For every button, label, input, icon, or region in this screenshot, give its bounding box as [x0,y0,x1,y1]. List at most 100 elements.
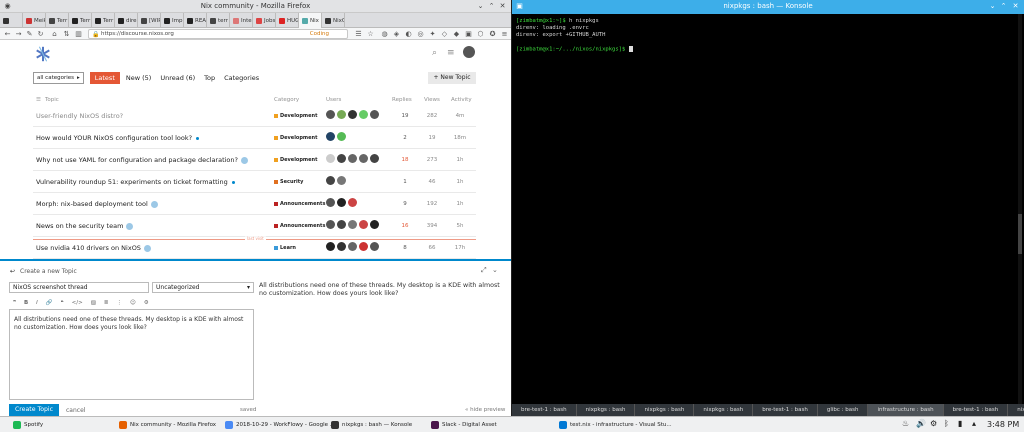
minimize-icon[interactable]: ⌄ [988,2,997,11]
avatar[interactable] [348,220,357,229]
konsole-tab[interactable]: nixpkgs : bash [577,404,636,416]
tray-arrow-icon[interactable]: ▴ [972,419,976,428]
topic-row[interactable]: Vulnerability roundup 51: experiments on… [33,172,476,193]
browser-tab[interactable]: [WIP [138,13,161,28]
topic-title[interactable]: How would YOUR NixOS configuration tool … [36,134,200,142]
extension-icon[interactable]: ◇ [440,29,449,39]
back-icon[interactable]: ← [3,29,12,39]
browser-tab[interactable]: dire [115,13,138,28]
topic-title-input[interactable]: NixOS screenshot thread [9,282,149,293]
topic-title-text[interactable]: News on the security team [36,222,123,230]
bookmark-star-icon[interactable]: ☆ [366,29,375,39]
quote-icon[interactable]: ❞ [13,300,16,306]
avatar[interactable] [463,46,475,58]
browser-tab[interactable]: Jobs [253,13,276,28]
browser-tab[interactable]: Nix [299,13,322,28]
avatar[interactable] [348,198,357,207]
topic-activity[interactable]: 1h [453,201,467,207]
avatar[interactable] [370,220,379,229]
bluetooth-icon[interactable]: ᛒ [944,419,949,428]
topic-title-text[interactable]: Use nvidia 410 drivers on NixOS [36,244,141,252]
taskbar-item[interactable]: nixpkgs : bash — Konsole [330,419,412,431]
topic-title[interactable]: Use nvidia 410 drivers on NixOS [36,244,151,252]
composer-textarea[interactable]: All distributions need one of these thre… [9,309,254,400]
taskbar-item[interactable]: Nix community - Mozilla Firefox [118,419,216,431]
tray-icon[interactable]: ♨ [902,419,909,428]
browser-tab[interactable]: Terr [46,13,69,28]
wrench-icon[interactable]: ✎ [25,29,34,39]
url-bar[interactable]: 🔒 https://discourse.nixos.org Coding [88,29,348,39]
reader-icon[interactable]: ☰ [354,29,363,39]
close-icon[interactable]: ✕ [1011,2,1020,11]
topic-title[interactable]: User-friendly NixOS distro? [36,112,123,120]
topic-activity[interactable]: 1h [453,157,467,163]
battery-icon[interactable]: ▮ [958,419,962,428]
close-icon[interactable]: ✕ [498,2,507,11]
terminal-scrollbar[interactable] [1018,14,1022,404]
hamburger-icon[interactable]: ≡ [447,48,455,58]
filter-unread[interactable]: Unread (6) [160,74,195,82]
unread-badge[interactable] [126,222,134,230]
konsole-tab[interactable]: nixpkgs : bash [635,404,695,416]
taskbar-item[interactable]: test.nix - infrastructure - Visual Stu..… [558,419,672,431]
extension-icon[interactable]: ⬡ [476,29,485,39]
col-views[interactable]: Views [424,97,440,103]
avatar[interactable] [370,242,379,251]
avatar[interactable] [326,242,335,251]
konsole-tab[interactable]: nixpkgs : bash [1008,404,1024,416]
taskbar-item[interactable]: Slack - Digital Asset [430,419,497,431]
code-icon[interactable]: </> [72,300,83,306]
avatar[interactable] [337,132,346,141]
avatar[interactable] [326,154,335,163]
konsole-tab[interactable]: bre-test-1 : bash [753,404,818,416]
col-topic[interactable]: Topic [45,97,59,103]
avatar[interactable] [326,110,335,119]
filter-categories[interactable]: Categories [224,74,259,82]
extension-icon[interactable]: ✪ [488,29,497,39]
category-dropdown[interactable]: all categories ▸ [33,72,84,84]
topic-title-text[interactable]: Vulnerability roundup 51: experiments on… [36,178,228,186]
italic-icon[interactable]: I [36,300,38,306]
topic-row[interactable]: Why not use YAML for configuration and p… [33,150,476,171]
nixos-logo[interactable] [34,45,52,63]
browser-tab[interactable]: Impl [161,13,184,28]
topic-activity[interactable]: 18m [453,135,467,141]
browser-tab[interactable]: Inter [230,13,253,28]
topic-title[interactable]: Why not use YAML for configuration and p… [36,156,248,164]
gear-icon[interactable]: ⚙ [144,300,149,306]
topic-row[interactable]: Morph: nix-based deployment tool Announce… [33,194,476,215]
topic-title-text[interactable]: User-friendly NixOS distro? [36,112,123,120]
avatar[interactable] [370,154,379,163]
avatar[interactable] [337,110,346,119]
hide-preview-link[interactable]: « hide preview [465,407,505,413]
volume-icon[interactable]: 🔊 [916,419,926,428]
browser-tab[interactable]: READ [184,13,207,28]
network-icon[interactable]: ⚙ [930,419,937,428]
konsole-tab[interactable]: infrastructure : bash [868,404,944,416]
topic-title-text[interactable]: Morph: nix-based deployment tool [36,200,148,208]
scrollbar-thumb[interactable] [1018,214,1022,254]
topic-activity[interactable]: 4m [453,113,467,119]
avatar[interactable] [370,110,379,119]
avatar[interactable] [348,154,357,163]
maximize-icon[interactable]: ⌃ [487,2,496,11]
topic-category[interactable]: Development [274,135,317,141]
topic-row[interactable]: How would YOUR NixOS configuration tool … [33,128,476,149]
avatar[interactable] [337,176,346,185]
avatar[interactable] [326,198,335,207]
category-select[interactable]: Uncategorized ▾ [152,282,254,293]
browser-tab[interactable]: Meik [23,13,46,28]
emoji-icon[interactable]: ☺ [130,300,136,306]
sync-icon[interactable]: ⇅ [62,29,71,39]
avatar[interactable] [337,242,346,251]
clock[interactable]: 3:48 PM [987,419,1019,431]
terminal-output[interactable]: [zimbatm@x1:~]$ h nixpkgs direnv: loading… [516,18,1006,54]
topic-title[interactable]: Morph: nix-based deployment tool [36,200,158,208]
browser-tab[interactable]: Terr [92,13,115,28]
topic-category[interactable]: Development [274,113,317,119]
avatar[interactable] [359,110,368,119]
topic-title[interactable]: Vulnerability roundup 51: experiments on… [36,178,235,186]
numbered-list-icon[interactable]: ⋮ [117,300,123,306]
topic-title-text[interactable]: Why not use YAML for configuration and p… [36,156,238,164]
topic-row[interactable]: User-friendly NixOS distro? Development 19… [33,106,476,127]
